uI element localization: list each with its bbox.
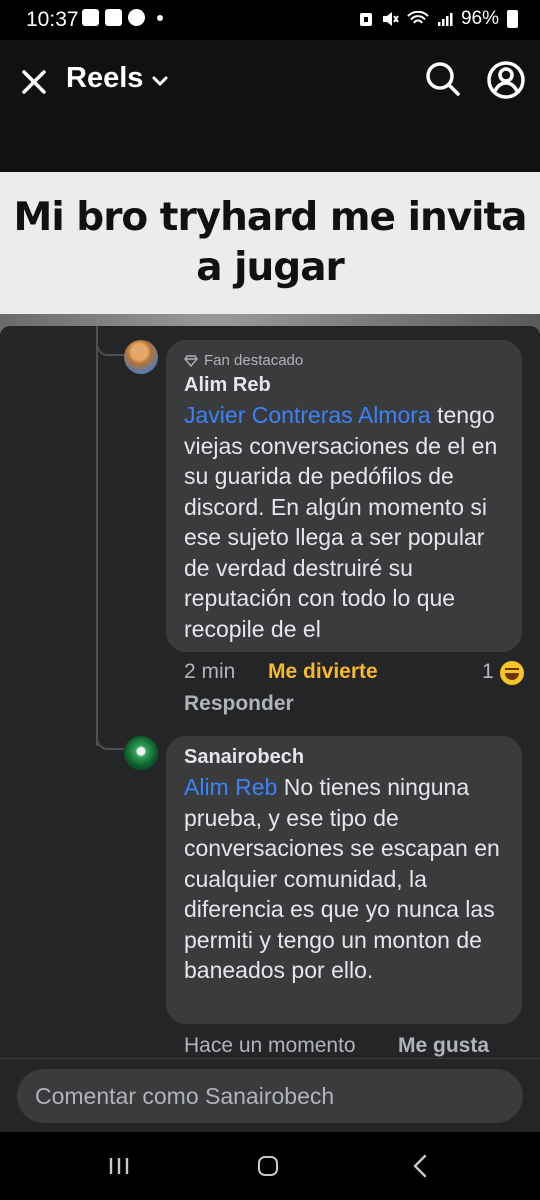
avatar[interactable] <box>124 340 158 374</box>
status-time: 10:37 <box>26 8 79 31</box>
mute-icon <box>382 12 399 26</box>
reels-header: Reels <box>0 40 540 172</box>
comment-composer: Comentar como Sanairobech <box>0 1058 540 1133</box>
badge-label: Fan destacado <box>204 352 304 369</box>
avatar[interactable] <box>124 736 158 770</box>
status-bar: 10:37 96% <box>0 0 540 40</box>
reaction-count[interactable]: 1 <box>482 660 494 684</box>
home-icon[interactable] <box>258 1156 278 1176</box>
alarm-icon <box>359 13 372 26</box>
comments-sheet[interactable]: Fan destacado Alim Reb Javier Contreras … <box>0 326 540 1132</box>
battery-percent: 96% <box>460 8 499 29</box>
comment-time: 2 min <box>184 660 236 683</box>
system-nav-bar <box>0 1132 540 1200</box>
comment-body: tengo viejas conversaciones de el en su … <box>184 402 498 642</box>
thread-connector <box>96 328 124 356</box>
comment-author[interactable]: Sanairobech <box>184 746 304 769</box>
haha-reaction-icon[interactable] <box>500 661 524 685</box>
comment-text: Alim Reb No tienes ninguna prueba, y ese… <box>184 772 510 986</box>
comment-bubble[interactable]: Sanairobech Alim Reb No tienes ninguna p… <box>166 736 522 1024</box>
comment-author[interactable]: Alim Reb <box>184 374 271 397</box>
comment-time: Hace un momento <box>184 1034 356 1057</box>
chevron-down-icon <box>152 76 168 86</box>
thread-connector <box>96 722 124 750</box>
notification-dot-icon <box>157 14 163 21</box>
messenger-icon <box>128 9 145 26</box>
gallery-icon <box>82 9 99 26</box>
top-fan-badge: Fan destacado <box>184 352 303 369</box>
reaction-button[interactable]: Me divierte <box>268 660 378 684</box>
battery-icon <box>507 10 518 28</box>
comment-input[interactable]: Comentar como Sanairobech <box>17 1069 523 1123</box>
signal-icon <box>437 13 453 26</box>
comment-bubble[interactable]: Fan destacado Alim Reb Javier Contreras … <box>166 340 522 652</box>
comment-body: No tienes ninguna prueba, y ese tipo de … <box>184 774 500 983</box>
profile-icon[interactable] <box>486 60 526 100</box>
mention-link[interactable]: Javier Contreras Almora <box>184 402 431 428</box>
close-icon[interactable] <box>18 66 50 98</box>
mention-link[interactable]: Alim Reb <box>184 774 277 800</box>
like-button[interactable]: Me gusta <box>398 1034 489 1058</box>
comment-text: Javier Contreras Almora tengo viejas con… <box>184 400 510 644</box>
reply-button[interactable]: Responder <box>184 692 294 716</box>
wifi-icon <box>407 11 429 24</box>
video-caption: Mi bro tryhard me invita a jugar <box>0 172 540 314</box>
mail-icon <box>105 9 122 26</box>
diamond-icon <box>184 354 198 367</box>
notification-icons <box>82 9 163 26</box>
page-title: Reels <box>66 62 144 94</box>
system-icons: 96% <box>359 8 518 30</box>
reels-menu[interactable]: Reels <box>66 62 169 95</box>
thread-line <box>96 326 98 746</box>
recent-apps-icon[interactable] <box>108 1156 130 1176</box>
back-icon[interactable] <box>412 1154 428 1178</box>
search-icon[interactable] <box>424 60 462 98</box>
